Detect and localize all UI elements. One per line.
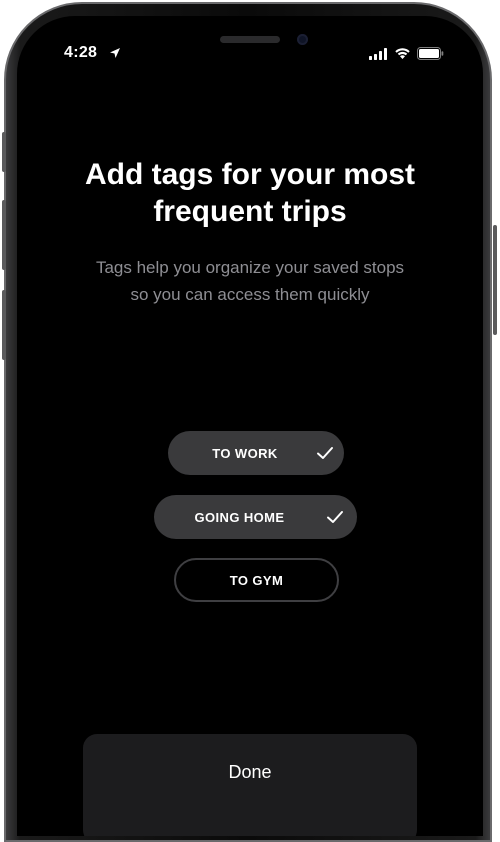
volume-down-button: [2, 290, 6, 360]
location-arrow-icon: [110, 48, 120, 58]
done-button[interactable]: Done: [83, 734, 417, 836]
wifi-icon: [395, 48, 410, 59]
tag-going-home[interactable]: GOING HOME: [154, 495, 357, 539]
checkmark-icon: [317, 447, 333, 459]
checkmark-icon: [327, 511, 343, 523]
cellular-signal-icon: [369, 48, 387, 60]
onboarding-title: Add tags for your most frequent trips: [84, 158, 415, 228]
status-bar: 4:28: [17, 44, 483, 68]
tag-label: TO GYM: [229, 572, 284, 588]
speaker-grille: [220, 36, 280, 43]
app-screen: 4:28 Add tags for your most frequent tri…: [17, 16, 483, 836]
battery-icon: [417, 47, 444, 60]
mute-switch: [2, 132, 6, 172]
status-time: 4:28: [64, 44, 98, 61]
onboarding-subtitle: Tags help you organize your saved stops …: [95, 258, 405, 304]
volume-up-button: [2, 200, 6, 270]
tag-label: TO WORK: [212, 445, 278, 461]
tag-label: GOING HOME: [194, 509, 285, 525]
power-button: [493, 225, 497, 335]
tag-to-work[interactable]: TO WORK: [168, 431, 344, 475]
tag-to-gym[interactable]: TO GYM: [174, 558, 339, 602]
